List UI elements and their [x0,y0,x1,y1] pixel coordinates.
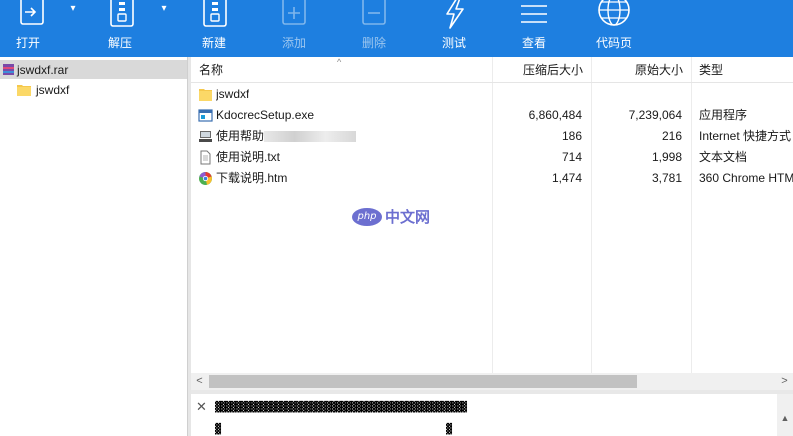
column-type-header[interactable]: 类型 [691,57,793,83]
open-dropdown-icon[interactable]: ▾ [67,4,79,14]
comment-text: ▓ [215,424,221,435]
scroll-left-icon[interactable]: < [191,373,208,390]
toolbar: 打开 ▾ 解压 ▾ 新建 添加 删除 测试 查看 代码页 [0,0,793,57]
watermark-text: 中文网 [385,209,431,226]
test-icon [446,0,464,29]
table-row[interactable]: KdocrecSetup.exe 6,860,484 7,239,064 应用程… [191,105,793,126]
add-button[interactable]: 添加 [266,0,322,57]
close-icon[interactable]: ✕ [196,400,207,413]
codepage-icon [598,0,630,26]
comment-pane: ✕ ▓▓▓▓▓▓▓▓▓▓▓▓▓▓▓▓▓▓▓▓▓▓▓▓▓▓▓▓▓▓▓▓▓▓▓▓▓▓… [191,390,793,436]
scroll-up-icon[interactable]: ▲ [777,410,793,426]
test-button[interactable]: 测试 [426,0,482,57]
new-archive-icon [203,0,227,27]
open-button[interactable]: 打开 [0,0,56,57]
new-button[interactable]: 新建 [186,0,242,57]
horizontal-scrollbar[interactable]: < > [191,373,793,390]
folder-icon [17,85,31,96]
browser-icon [199,172,212,185]
vertical-scrollbar[interactable]: ▲ [777,394,793,436]
table-row[interactable]: jswdxf [191,84,793,105]
extract-icon [110,0,134,27]
delete-button[interactable]: 删除 [346,0,402,57]
sort-ascending-icon: ^ [337,57,342,67]
tree-item-label: jswdxf.rar [17,62,69,77]
codepage-button[interactable]: 代码页 [586,0,642,57]
table-row[interactable]: 使用说明.txt 714 1,998 文本文档 [191,147,793,168]
file-list: 名称 ^ 压缩后大小 原始大小 类型 jswdxf KdocrecSetup.e… [191,57,793,373]
column-size-header[interactable]: 原始大小 [591,57,691,83]
scroll-right-icon[interactable]: > [776,373,793,390]
scrollbar-thumb[interactable] [209,375,637,388]
column-name-header[interactable]: 名称 ^ [191,57,492,83]
extract-button[interactable]: 解压 [92,0,148,57]
open-icon [20,0,44,25]
tree-item-archive[interactable]: jswdxf.rar [0,60,187,79]
comment-text: ▓▓▓▓▓▓▓▓▓▓▓▓▓▓▓▓▓▓▓▓▓▓▓▓▓▓▓▓▓▓▓▓▓▓▓▓▓▓▓▓… [215,402,467,413]
column-packed-header[interactable]: 压缩后大小 [492,57,591,83]
table-row[interactable]: 使用帮助 186 216 Internet 快捷方式 [191,126,793,147]
watermark: php 中文网 [352,206,430,227]
archive-icon [3,64,14,75]
view-icon [521,5,547,23]
text-file-icon [200,150,211,165]
tree-item-folder[interactable]: jswdxf [17,80,69,99]
view-button[interactable]: 查看 [506,0,562,57]
tree-item-label: jswdxf [36,82,70,97]
folder-icon [199,89,212,101]
exe-icon [198,109,213,122]
shortcut-icon [199,131,212,142]
redacted-text [264,131,357,143]
folder-tree: jswdxf.rar jswdxf [0,57,187,436]
watermark-logo: php [352,207,382,226]
extract-dropdown-icon[interactable]: ▾ [158,4,170,14]
add-icon [282,0,306,25]
comment-text: ▓ [446,424,452,435]
table-row[interactable]: 下载说明.htm 1,474 3,781 360 Chrome HTML [191,168,793,189]
list-header: 名称 ^ 压缩后大小 原始大小 类型 [191,57,793,83]
delete-icon [362,0,386,25]
